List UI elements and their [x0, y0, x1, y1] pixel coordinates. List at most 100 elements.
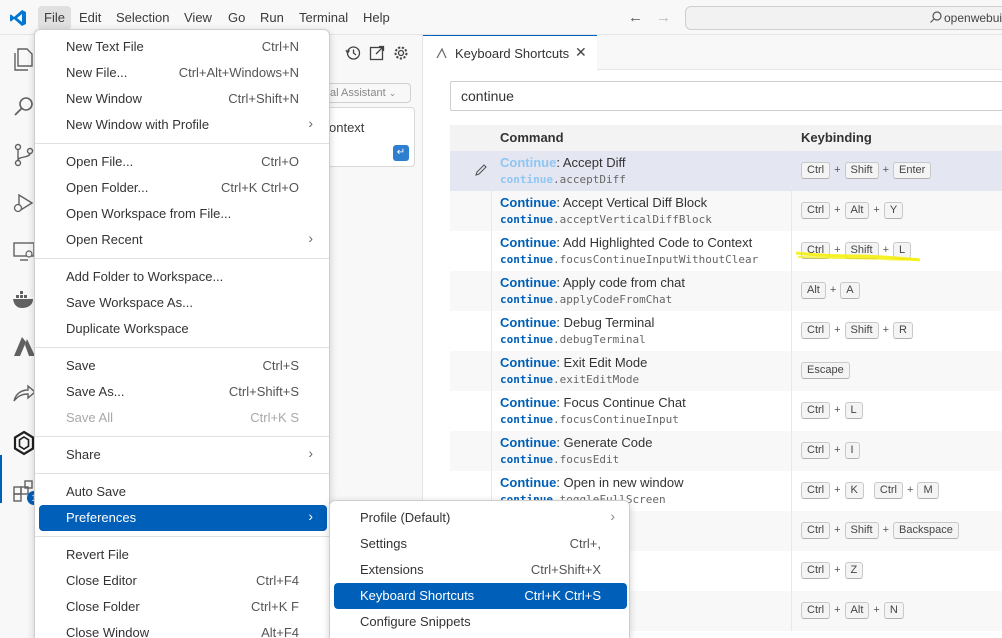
command-center[interactable]: openwebui [685, 6, 1002, 30]
menu-item-close-folder[interactable]: Close Folder Ctrl+K F [39, 594, 327, 620]
menu-separator [35, 436, 329, 437]
menu-run[interactable]: Run [254, 6, 290, 30]
menu-item-label: Save As... [66, 384, 125, 399]
menu-item-auto-save[interactable]: Auto Save [39, 479, 327, 505]
submenu-item-keyboard-shortcuts[interactable]: Keyboard Shortcuts Ctrl+K Ctrl+S [334, 583, 627, 609]
open-in-new-window-icon[interactable] [369, 45, 385, 61]
table-row[interactable]: Continue: Accept Diff continue.acceptDiff… [450, 151, 1002, 191]
table-row[interactable]: Continue: Generate Code continue.focusEdi… [450, 431, 1002, 471]
tab-keyboard-shortcuts[interactable]: Keyboard Shortcuts ✕ [423, 35, 597, 70]
file-menu: New Text File Ctrl+N New File... Ctrl+Alt+W… [34, 29, 330, 638]
menu-item-save[interactable]: Save Ctrl+S [39, 353, 327, 379]
table-row[interactable]: Continue: Accept Vertical Diff Block cont… [450, 191, 1002, 231]
menu-edit[interactable]: Edit [73, 6, 107, 30]
command-id-prefix: continue [500, 293, 553, 306]
command-name: : Generate Code [556, 435, 653, 450]
command-title: Continue: Accept Vertical Diff Block [500, 195, 707, 210]
menu-item-label: New Window [66, 91, 142, 106]
menu-item-save-as[interactable]: Save As... Ctrl+Shift+S [39, 379, 327, 405]
editor-tab-bar: Keyboard Shortcuts ✕ [423, 35, 1002, 70]
menu-view[interactable]: View [178, 6, 218, 30]
submenu-item-extensions[interactable]: Extensions Ctrl+Shift+X [334, 557, 627, 583]
menu-item-new-file[interactable]: New File... Ctrl+Alt+Windows+N [39, 60, 327, 86]
header-command: Command [500, 130, 564, 145]
menu-item-close-editor[interactable]: Close Editor Ctrl+F4 [39, 568, 327, 594]
menu-item-label: Open Folder... [66, 180, 149, 195]
submenu-item-settings[interactable]: Settings Ctrl+, [334, 531, 627, 557]
column-separator [791, 191, 792, 231]
plus-sign: + [907, 484, 914, 496]
menu-item-label: New Window with Profile [66, 117, 210, 132]
menu-item-duplicate-workspace[interactable]: Duplicate Workspace [39, 316, 327, 342]
chevron-right-icon: › [308, 230, 313, 246]
command-extension: Continue [500, 195, 557, 210]
submenu-item-configure-snippets[interactable]: Configure Snippets [334, 609, 627, 635]
menu-terminal[interactable]: Terminal [293, 6, 354, 30]
key-cap: Alt [844, 202, 870, 219]
command-title: Continue: Add Highlighted Code to Contex… [500, 235, 752, 250]
menu-item-label: New File... [66, 65, 128, 80]
command-id: continue.acceptDiff [500, 173, 626, 186]
menu-item-shortcut: Ctrl+, [569, 536, 601, 551]
menu-go[interactable]: Go [222, 6, 251, 30]
keybindings-search-input[interactable] [450, 81, 1002, 111]
submenu-item-profile-default[interactable]: Profile (Default) › [334, 505, 627, 531]
menu-item-open-file[interactable]: Open File... Ctrl+O [39, 149, 327, 175]
table-row[interactable]: Continue: Debug Terminal continue.debugTe… [450, 311, 1002, 351]
vscode-logo-icon[interactable] [9, 9, 27, 27]
command-id-prefix: continue [500, 373, 553, 386]
command-id-prefix: continue [500, 333, 553, 346]
menu-item-add-folder-to-workspace[interactable]: Add Folder to Workspace... [39, 264, 327, 290]
menu-item-save-workspace-as[interactable]: Save Workspace As... [39, 290, 327, 316]
table-row[interactable]: Continue: Apply code from chat continue.a… [450, 271, 1002, 311]
menu-item-new-text-file[interactable]: New Text File Ctrl+N [39, 34, 327, 60]
chevron-right-icon: › [308, 115, 313, 131]
history-icon[interactable] [345, 45, 361, 61]
keybinding: Ctrl + Shift + L [801, 242, 912, 259]
menu-item-preferences[interactable]: Preferences › [39, 505, 327, 531]
menu-item-label: Close Folder [66, 599, 140, 614]
column-separator [791, 431, 792, 471]
assistant-select[interactable]: al Assistant ⌄ [323, 83, 411, 103]
nav-back-icon[interactable]: ← [628, 9, 643, 26]
menu-item-open-workspace-from-file[interactable]: Open Workspace from File... [39, 201, 327, 227]
table-row[interactable]: Continue: Focus Continue Chat continue.fo… [450, 391, 1002, 431]
menu-item-revert-file[interactable]: Revert File [39, 542, 327, 568]
key-cap: Y [883, 202, 904, 219]
menu-file[interactable]: File [38, 6, 71, 30]
command-id-suffix: .debugTerminal [552, 333, 646, 346]
menu-help[interactable]: Help [357, 6, 396, 30]
menu-item-label: Settings [360, 536, 407, 551]
menu-selection[interactable]: Selection [110, 6, 175, 30]
keybinding: Ctrl + Z [801, 562, 864, 579]
keybinding: Ctrl + Alt + N [801, 602, 904, 619]
close-icon[interactable]: ✕ [575, 44, 587, 61]
menu-item-open-recent[interactable]: Open Recent › [39, 227, 327, 253]
gear-icon[interactable] [393, 45, 409, 61]
preferences-submenu: Profile (Default) › Settings Ctrl+, Extensio… [329, 500, 630, 638]
plus-sign: + [834, 324, 841, 336]
menu-item-open-folder[interactable]: Open Folder... Ctrl+K Ctrl+O [39, 175, 327, 201]
menu-item-close-window[interactable]: Close Window Alt+F4 [39, 620, 327, 638]
key-cap: Alt [801, 282, 826, 299]
command-extension: Continue [500, 475, 557, 490]
keybinding: Ctrl + Alt + Y [801, 202, 904, 219]
column-separator [791, 471, 792, 511]
keybinding: Ctrl + K Ctrl + M [801, 482, 939, 499]
menu-item-new-window[interactable]: New Window Ctrl+Shift+N [39, 86, 327, 112]
key-cap: L [844, 402, 863, 419]
menu-item-new-window-with-profile[interactable]: New Window with Profile › [39, 112, 327, 138]
chat-input[interactable]: ontext ↵ [318, 107, 415, 167]
nav-forward-icon[interactable]: → [656, 9, 671, 26]
command-extension: Continue [500, 235, 557, 250]
submit-button[interactable]: ↵ [393, 145, 409, 161]
table-row[interactable]: Continue: Add Highlighted Code to Contex… [450, 231, 1002, 271]
menu-item-share[interactable]: Share › [39, 442, 327, 468]
command-id: continue.acceptVerticalDiffBlock [500, 213, 712, 226]
table-row[interactable]: Continue: Exit Edit Mode continue.exitEdi… [450, 351, 1002, 391]
menu-item-label: Duplicate Workspace [66, 321, 189, 336]
edit-pencil-icon[interactable] [474, 163, 488, 177]
key-cap: Ctrl [801, 602, 831, 619]
column-separator [791, 391, 792, 431]
command-name: : Accept Vertical Diff Block [556, 195, 708, 210]
